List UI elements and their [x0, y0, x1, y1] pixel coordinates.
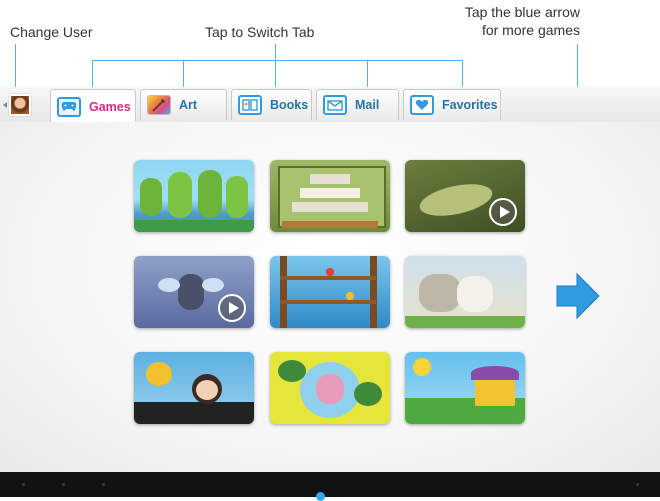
- tab-art-label: Art: [179, 98, 198, 112]
- envelope-icon: [323, 95, 347, 115]
- book-icon: [238, 95, 262, 115]
- callout-line-tab-drop-2: [183, 60, 184, 90]
- tab-mail[interactable]: Mail: [316, 89, 399, 120]
- game-thumbnail[interactable]: [270, 352, 390, 424]
- game-thumbnail[interactable]: [134, 352, 254, 424]
- change-user-callout: Change User: [10, 24, 93, 40]
- tab-favorites-label: Favorites: [442, 98, 498, 112]
- switch-tab-callout: Tap to Switch Tab: [205, 24, 315, 40]
- play-icon[interactable]: [489, 198, 517, 226]
- system-nav-bar: [0, 472, 660, 501]
- tab-favorites[interactable]: Favorites: [403, 89, 501, 120]
- callout-line-tab-drop-4: [367, 60, 368, 90]
- game-thumbnail[interactable]: [134, 160, 254, 232]
- play-icon[interactable]: [218, 294, 246, 322]
- gamepad-icon: [57, 96, 81, 117]
- heart-icon: [410, 95, 434, 115]
- game-thumbnail[interactable]: [270, 160, 390, 232]
- game-thumbnail[interactable]: [270, 256, 390, 328]
- nav-dot: [22, 483, 25, 486]
- tab-books-label: Books: [270, 98, 309, 112]
- nav-dot: [62, 483, 65, 486]
- blue-arrow-callout-line1: Tap the blue arrow: [464, 4, 580, 20]
- nav-dot: [102, 483, 105, 486]
- game-thumbnail[interactable]: [134, 256, 254, 328]
- chevron-left-icon: [3, 102, 7, 108]
- tab-games[interactable]: Games: [50, 89, 136, 123]
- nav-dot: [636, 483, 639, 486]
- tab-games-label: Games: [89, 99, 131, 114]
- tab-mail-label: Mail: [355, 98, 380, 112]
- tab-art[interactable]: Art: [140, 89, 227, 120]
- tab-books[interactable]: Books: [231, 89, 312, 120]
- callout-line-user: [15, 44, 16, 90]
- paint-palette-icon: [147, 95, 171, 115]
- next-page-arrow-icon[interactable]: [555, 272, 601, 320]
- change-user-button[interactable]: [3, 91, 33, 119]
- callout-line-tab-bar: [92, 60, 462, 61]
- game-thumbnail[interactable]: [405, 256, 525, 328]
- callout-line-tab-drop-3: [275, 60, 276, 90]
- callout-line-tab-stem: [275, 44, 276, 61]
- avatar: [9, 94, 31, 116]
- game-thumbnail[interactable]: [405, 352, 525, 424]
- blue-arrow-callout-line2: for more games: [481, 22, 580, 38]
- callout-line-tab-drop-1: [92, 60, 93, 90]
- callout-line-tab-drop-5: [462, 60, 463, 90]
- game-thumbnail[interactable]: [405, 160, 525, 232]
- blue-arrow-callout: Tap the blue arrow for more games: [465, 3, 580, 39]
